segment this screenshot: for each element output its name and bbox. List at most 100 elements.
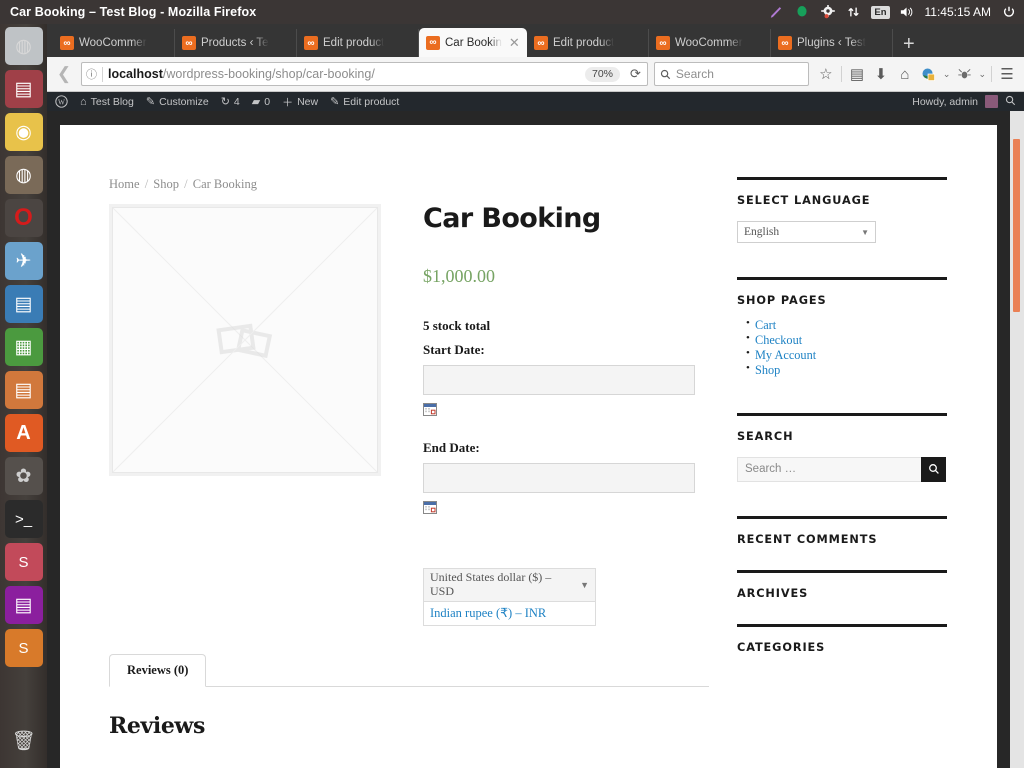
chat-bubble-icon[interactable] [793, 4, 810, 21]
zoom-level-badge[interactable]: 70% [585, 67, 620, 82]
list-item[interactable]: Shop [746, 363, 947, 378]
breadcrumb-home[interactable]: Home [109, 177, 140, 191]
downloads-icon[interactable]: ⬇ [870, 63, 892, 85]
browser-tab-active[interactable]: ∞Car Bookin✕ [419, 28, 527, 57]
breadcrumb: Home / Shop / Car Booking [109, 177, 709, 192]
updates-count: 4 [234, 96, 240, 108]
widget-rule [737, 516, 947, 519]
currency-switcher[interactable]: United States dollar ($) – USD ▼ Indian … [423, 568, 596, 626]
pen-icon[interactable] [767, 4, 784, 21]
bug-extension-icon[interactable] [953, 63, 975, 85]
adminbar-customize[interactable]: ✎ Customize [146, 95, 209, 108]
files-icon[interactable]: ▤ [5, 70, 43, 108]
placeholder-image-icon [214, 315, 276, 365]
widget-title-select-language: SELECT LANGUAGE [737, 194, 947, 207]
google-chrome-icon[interactable]: ◉ [5, 113, 43, 151]
browser-tab-0[interactable]: ∞WooCommer [53, 29, 175, 57]
widget-rule [737, 624, 947, 627]
browser-tab-1[interactable]: ∞Products ‹ Te [175, 29, 297, 57]
sublime-text-icon[interactable]: S [5, 543, 43, 581]
list-item[interactable]: Cart [746, 318, 947, 333]
browser-tab-6[interactable]: ∞Plugins ‹ Test [771, 29, 893, 57]
currency-option-inr[interactable]: Indian rupee (₹) – INR [423, 602, 596, 626]
terminal-icon[interactable]: >_ [5, 500, 43, 538]
end-date-input[interactable] [423, 463, 695, 493]
adminbar-comments[interactable]: ▰ 0 [252, 95, 270, 108]
ubuntu-dash-icon[interactable]: ◍ [5, 27, 43, 65]
product-price: $1,000.00 [423, 266, 709, 287]
reload-icon[interactable]: ⟳ [625, 66, 643, 82]
shop-page-link-shop: Shop [755, 363, 780, 377]
currency-option-label: Indian rupee (₹) – INR [430, 605, 546, 621]
new-tab-button[interactable]: + [893, 34, 925, 57]
start-date-input[interactable] [423, 365, 695, 395]
chevron-down-icon-2[interactable]: ⌄ [977, 69, 987, 80]
adminbar-updates[interactable]: ↻ 4 [221, 95, 240, 108]
wordpress-logo-icon[interactable]: W [55, 95, 68, 108]
opera-icon[interactable]: O [5, 199, 43, 237]
firefox-icon[interactable]: ◍ [5, 156, 43, 194]
network-updown-icon[interactable] [845, 4, 862, 21]
ubuntu-software-icon[interactable]: A [5, 414, 43, 452]
updates-icon: ↻ [221, 95, 230, 108]
volume-icon[interactable] [899, 4, 916, 21]
search-input[interactable]: Search … [737, 457, 921, 482]
libreoffice-impress-icon[interactable]: ▤ [5, 371, 43, 409]
system-settings-icon[interactable]: ✿ [5, 457, 43, 495]
sublime-merge-icon[interactable]: S [5, 629, 43, 667]
search-submit-button[interactable] [921, 457, 946, 482]
scrollbar-thumb[interactable] [1013, 139, 1020, 312]
tab-reviews[interactable]: Reviews (0) [109, 654, 206, 687]
page-info-icon[interactable]: ⓘ [86, 66, 97, 82]
hamburger-menu-icon[interactable]: ☰ [996, 63, 1018, 85]
end-date-calendar-icon[interactable] [423, 501, 437, 514]
list-item[interactable]: My Account [746, 348, 947, 363]
close-icon[interactable]: ✕ [509, 35, 520, 51]
page-scrollbar[interactable] [1010, 111, 1024, 768]
product-image[interactable] [109, 204, 381, 476]
url-bar[interactable]: ⓘ localhost/wordpress-booking/shop/car-b… [81, 62, 648, 86]
adminbar-edit-product[interactable]: ✎ Edit product [330, 95, 399, 108]
globe-extension-icon[interactable] [918, 63, 940, 85]
libreoffice-calc-icon[interactable]: ▦ [5, 328, 43, 366]
start-date-calendar-icon[interactable] [423, 403, 437, 416]
search-bar[interactable]: Search [654, 62, 809, 86]
howdy-label[interactable]: Howdy, admin [912, 96, 978, 108]
bug-gear-icon[interactable] [819, 4, 836, 21]
tab-label: WooCommer [79, 37, 147, 49]
language-select[interactable]: English ▼ [737, 221, 876, 243]
widget-title-recent-comments: RECENT COMMENTS [737, 533, 947, 546]
list-item[interactable]: Checkout [746, 333, 947, 348]
breadcrumb-separator-2: / [182, 177, 189, 191]
home-icon[interactable]: ⌂ [894, 63, 916, 85]
bookmark-star-icon[interactable]: ☆ [815, 63, 837, 85]
edit-product-label: Edit product [343, 96, 399, 108]
url-divider [102, 67, 103, 82]
trash-icon[interactable]: 🗑 [5, 722, 43, 760]
customize-label: Customize [159, 96, 209, 108]
chevron-down-icon[interactable]: ⌄ [942, 69, 952, 80]
text-editor-icon[interactable]: ▤ [5, 586, 43, 624]
clock[interactable]: 11:45:15 AM [925, 5, 992, 19]
avatar[interactable] [985, 95, 998, 108]
adminbar-site-name[interactable]: ⌂ Test Blog [80, 96, 134, 108]
currency-selected[interactable]: United States dollar ($) – USD ▼ [423, 568, 596, 602]
dashboard-icon: ⌂ [80, 96, 87, 108]
chevron-down-icon: ▼ [574, 580, 589, 590]
site-name-label: Test Blog [91, 96, 134, 108]
keyboard-layout-indicator[interactable]: En [871, 6, 889, 19]
shop-page-link-cart: Cart [755, 318, 776, 332]
libreoffice-writer-icon[interactable]: ▤ [5, 285, 43, 323]
reader-list-icon[interactable]: ▤ [846, 63, 868, 85]
breadcrumb-shop[interactable]: Shop [153, 177, 179, 191]
browser-tab-2[interactable]: ∞Edit product [297, 29, 419, 57]
woocommerce-icon: ∞ [534, 36, 548, 50]
power-gear-icon[interactable] [1000, 4, 1017, 21]
world-map-icon[interactable]: ✈ [5, 242, 43, 280]
browser-tab-5[interactable]: ∞WooCommer [649, 29, 771, 57]
currency-selected-label: United States dollar ($) – USD [430, 571, 574, 599]
browser-tab-4[interactable]: ∞Edit product [527, 29, 649, 57]
back-icon[interactable]: ❮ [53, 63, 75, 85]
adminbar-new[interactable]: ＋ New [282, 94, 318, 110]
search-icon[interactable] [1005, 95, 1016, 109]
